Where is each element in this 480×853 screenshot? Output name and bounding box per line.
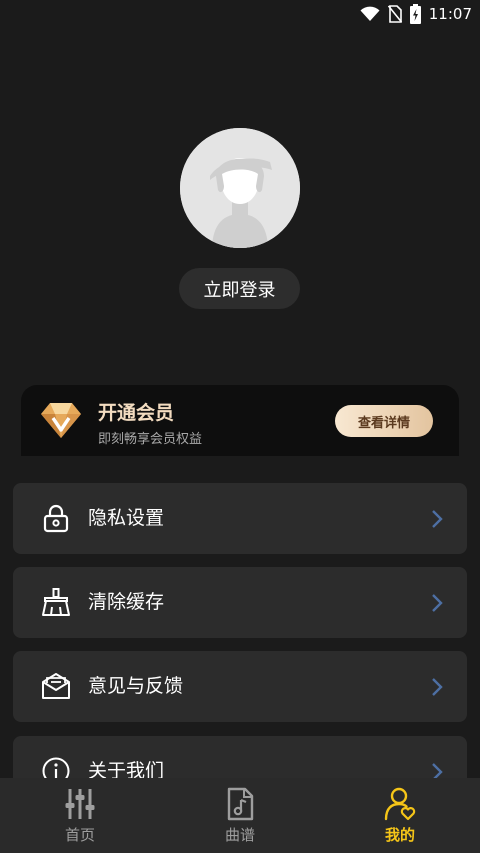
nav-label-home: 首页 (64, 826, 95, 844)
lock-icon (43, 504, 69, 533)
wifi-icon (360, 6, 380, 21)
vip-banner[interactable]: 开通会员 即刻畅享会员权益 查看详情 (21, 385, 459, 456)
status-time: 11:07 (428, 5, 472, 23)
menu-item-privacy[interactable]: 隐私设置 (13, 483, 467, 554)
vip-details-button[interactable]: 查看详情 (335, 405, 433, 437)
broom-icon (42, 588, 70, 616)
avatar[interactable] (180, 128, 300, 248)
login-button[interactable]: 立即登录 (179, 268, 300, 309)
menu-item-feedback[interactable]: 意见与反馈 (13, 651, 467, 722)
nav-item-home[interactable]: 首页 (20, 778, 140, 853)
battery-charging-icon (409, 4, 421, 24)
nav-item-scores[interactable]: 曲谱 (180, 778, 300, 853)
diamond-icon (41, 403, 81, 438)
user-heart-icon (384, 787, 416, 821)
vip-title: 开通会员 (98, 402, 175, 424)
default-avatar-icon (180, 128, 300, 248)
chevron-right-icon (432, 678, 443, 696)
bottom-nav: 首页 曲谱 我的 (0, 778, 480, 853)
nav-label-mine: 我的 (384, 826, 415, 844)
status-bar: 11:07 (0, 0, 480, 28)
chevron-right-icon (432, 594, 443, 612)
status-icons: 11:07 (360, 4, 472, 24)
vip-subtitle: 即刻畅享会员权益 (98, 432, 203, 447)
chevron-right-icon (432, 510, 443, 528)
nav-label-scores: 曲谱 (224, 826, 255, 844)
menu-label-clear-cache: 清除缓存 (88, 591, 165, 613)
envelope-icon (42, 673, 70, 699)
menu-label-feedback: 意见与反馈 (88, 675, 184, 697)
menu-item-clear-cache[interactable]: 清除缓存 (13, 567, 467, 638)
nav-item-mine[interactable]: 我的 (340, 778, 460, 853)
sliders-icon (65, 789, 95, 819)
no-sim-icon (387, 5, 402, 23)
music-file-icon (227, 787, 254, 821)
menu-label-privacy: 隐私设置 (88, 507, 165, 529)
